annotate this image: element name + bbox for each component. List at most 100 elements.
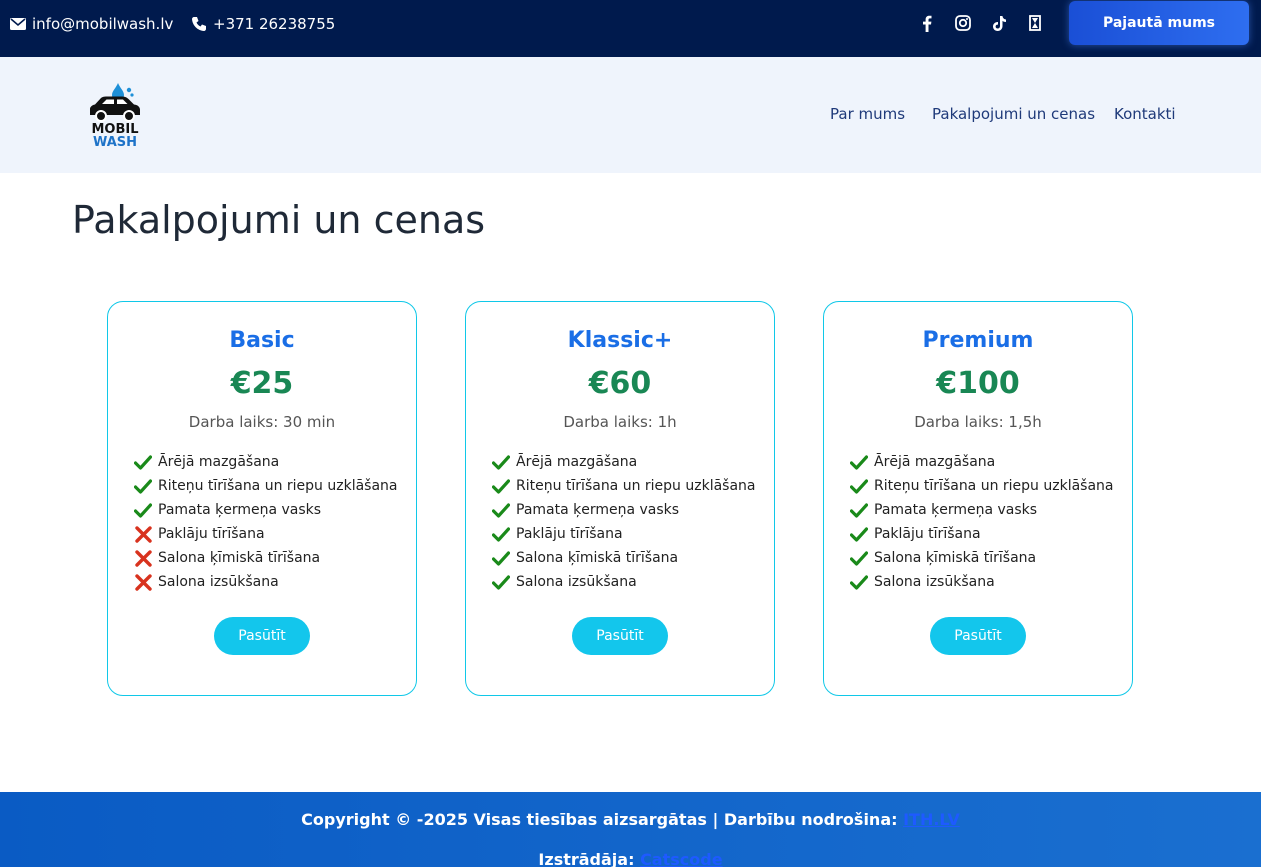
- feature-list: Ārējā mazgāšana Riteņu tīrīšana un riepu …: [134, 450, 398, 594]
- top-bar: info@mobilwash.lv +371 26238755 Pajautā …: [0, 0, 1261, 57]
- plan-card-basic: Basic €25 Darba laiks: 30 min Ārējā mazg…: [107, 301, 417, 696]
- nav-services[interactable]: Pakalpojumi un cenas: [932, 105, 1095, 123]
- feature-item: Ārējā mazgāšana: [850, 450, 1114, 474]
- feature-item: Paklāju tīrīšana: [134, 522, 398, 546]
- car-wash-logo-icon: [90, 83, 140, 122]
- feature-item: Salona ķīmiskā tīrīšana: [134, 546, 398, 570]
- phone-icon: [192, 16, 206, 31]
- feature-label: Salona ķīmiskā tīrīšana: [874, 550, 1037, 566]
- check-icon: [492, 453, 510, 471]
- contact-email-text: info@mobilwash.lv: [32, 14, 174, 33]
- feature-label: Salona ķīmiskā tīrīšana: [516, 550, 679, 566]
- check-icon: [492, 573, 510, 591]
- feature-item: Paklāju tīrīšana: [850, 522, 1114, 546]
- plan-card-premium: Premium €100 Darba laiks: 1,5h Ārējā maz…: [823, 301, 1133, 696]
- site-footer: Copyright © -2025 Visas tiesības aizsarg…: [0, 792, 1261, 867]
- feature-label: Salona ķīmiskā tīrīšana: [158, 550, 321, 566]
- check-icon: [492, 501, 510, 519]
- developer-text: Izstrādāja:: [538, 850, 635, 867]
- feature-label: Paklāju tīrīšana: [516, 526, 623, 542]
- contact-phone[interactable]: +371 26238755: [191, 0, 335, 47]
- feature-item: Salona izsūkšana: [850, 570, 1114, 594]
- instagram-link[interactable]: [952, 12, 974, 34]
- plan-duration: Darba laiks: 1h: [563, 413, 677, 431]
- plan-price: €60: [588, 366, 652, 401]
- feature-label: Salona izsūkšana: [874, 574, 995, 590]
- logo-line-2: WASH: [92, 135, 138, 150]
- contact-phone-text: +371 26238755: [213, 14, 336, 33]
- check-icon: [134, 477, 152, 495]
- check-icon: [850, 549, 868, 567]
- feature-label: Ārējā mazgāšana: [158, 454, 280, 470]
- feature-list: Ārējā mazgāšana Riteņu tīrīšana un riepu …: [850, 450, 1114, 594]
- cross-icon: [134, 549, 152, 567]
- tiktok-link[interactable]: [988, 12, 1010, 34]
- facebook-icon: [923, 15, 932, 32]
- feature-label: Riteņu tīrīšana un riepu uzklāšana: [516, 478, 756, 494]
- plan-name: Basic: [229, 328, 295, 353]
- check-icon: [850, 477, 868, 495]
- plan-card-klassic-plus: Klassic+ €60 Darba laiks: 1h Ārējā mazgā…: [465, 301, 775, 696]
- feature-item: Riteņu tīrīšana un riepu uzklāšana: [134, 474, 398, 498]
- waze-link[interactable]: [1024, 12, 1046, 34]
- feature-item: Ārējā mazgāšana: [492, 450, 756, 474]
- instagram-icon: [955, 15, 971, 31]
- waze-icon: [1029, 15, 1041, 31]
- feature-label: Riteņu tīrīšana un riepu uzklāšana: [874, 478, 1114, 494]
- plan-price: €100: [936, 366, 1020, 401]
- feature-label: Paklāju tīrīšana: [158, 526, 265, 542]
- plan-price: €25: [230, 366, 294, 401]
- provider-link[interactable]: ITH.LV: [903, 810, 960, 829]
- envelope-icon: [10, 17, 26, 30]
- nav-contacts[interactable]: Kontakti: [1114, 105, 1176, 123]
- plan-name: Premium: [922, 328, 1034, 353]
- feature-item: Salona ķīmiskā tīrīšana: [492, 546, 756, 570]
- feature-label: Salona izsūkšana: [516, 574, 637, 590]
- feature-item: Pamata ķermeņa vasks: [850, 498, 1114, 522]
- feature-label: Pamata ķermeņa vasks: [516, 502, 680, 518]
- check-icon: [492, 477, 510, 495]
- page-title: Pakalpojumi un cenas: [72, 198, 486, 242]
- footer-copyright: Copyright © -2025 Visas tiesības aizsarg…: [0, 810, 1261, 829]
- feature-label: Salona izsūkšana: [158, 574, 279, 590]
- feature-label: Pamata ķermeņa vasks: [874, 502, 1038, 518]
- feature-item: Salona izsūkšana: [134, 570, 398, 594]
- cross-icon: [134, 573, 152, 591]
- order-button[interactable]: Pasūtīt: [572, 617, 668, 655]
- check-icon: [492, 525, 510, 543]
- order-button[interactable]: Pasūtīt: [214, 617, 310, 655]
- feature-item: Salona ķīmiskā tīrīšana: [850, 546, 1114, 570]
- tiktok-icon: [992, 15, 1006, 31]
- order-button[interactable]: Pasūtīt: [930, 617, 1026, 655]
- check-icon: [850, 525, 868, 543]
- plan-duration: Darba laiks: 1,5h: [914, 413, 1042, 431]
- feature-label: Pamata ķermeņa vasks: [158, 502, 322, 518]
- facebook-link[interactable]: [916, 12, 938, 34]
- nav-about[interactable]: Par mums: [830, 105, 905, 123]
- check-icon: [134, 501, 152, 519]
- feature-item: Salona izsūkšana: [492, 570, 756, 594]
- check-icon: [850, 453, 868, 471]
- feature-label: Riteņu tīrīšana un riepu uzklāšana: [158, 478, 398, 494]
- check-icon: [134, 453, 152, 471]
- check-icon: [850, 573, 868, 591]
- logo[interactable]: MOBIL WASH: [82, 81, 148, 151]
- contact-email[interactable]: info@mobilwash.lv: [10, 0, 173, 47]
- plan-duration: Darba laiks: 30 min: [188, 413, 336, 431]
- ask-us-button[interactable]: Pajautā mums: [1069, 1, 1249, 45]
- feature-label: Ārējā mazgāšana: [516, 454, 638, 470]
- cross-icon: [134, 525, 152, 543]
- developer-link[interactable]: Catscode: [640, 850, 723, 867]
- feature-item: Riteņu tīrīšana un riepu uzklāšana: [492, 474, 756, 498]
- footer-developer: Izstrādāja: Catscode: [0, 850, 1261, 867]
- feature-item: Pamata ķermeņa vasks: [134, 498, 398, 522]
- feature-item: Pamata ķermeņa vasks: [492, 498, 756, 522]
- feature-label: Paklāju tīrīšana: [874, 526, 981, 542]
- feature-item: Riteņu tīrīšana un riepu uzklāšana: [850, 474, 1114, 498]
- feature-item: Paklāju tīrīšana: [492, 522, 756, 546]
- check-icon: [492, 549, 510, 567]
- copyright-text: Copyright © -2025 Visas tiesības aizsarg…: [301, 810, 898, 829]
- site-header: MOBIL WASH Par mums Pakalpojumi un cenas…: [0, 57, 1261, 173]
- feature-list: Ārējā mazgāšana Riteņu tīrīšana un riepu …: [492, 450, 756, 594]
- check-icon: [850, 501, 868, 519]
